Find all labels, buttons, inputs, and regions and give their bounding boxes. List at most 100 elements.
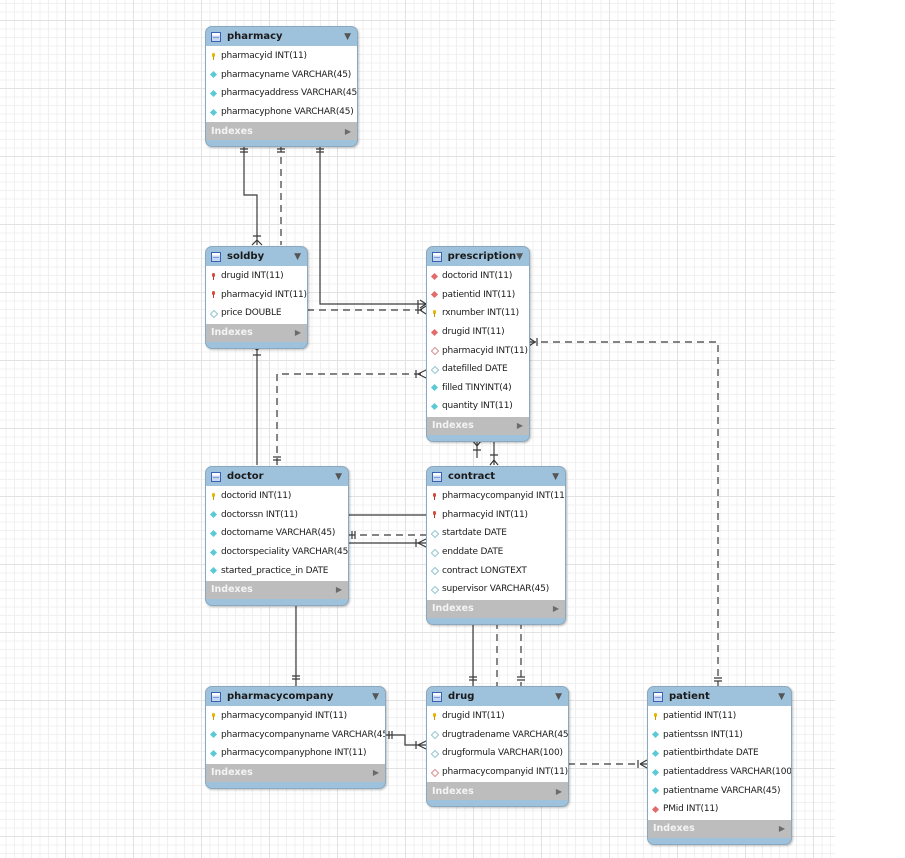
column-row[interactable]: drugid INT(11)	[206, 267, 307, 286]
table-pharmacy[interactable]: pharmacy ▼ pharmacyid INT(11) pharmacyna…	[205, 26, 358, 148]
column-label: drugid INT(11)	[221, 271, 284, 282]
nullable-foreign-key-icon	[431, 769, 438, 776]
column-row[interactable]: doctorid INT(11)	[206, 487, 348, 506]
indexes-label: Indexes	[653, 823, 695, 835]
primary-key-icon	[210, 52, 217, 60]
table-header[interactable]: soldby ▼	[206, 247, 307, 266]
table-drug[interactable]: drug ▼ drugid INT(11) drugtradename VARC…	[426, 686, 569, 808]
column-row[interactable]: contract LONGTEXT	[427, 561, 565, 580]
column-row[interactable]: drugformula VARCHAR(100)	[427, 744, 568, 763]
table-header[interactable]: pharmacy ▼	[206, 27, 357, 46]
indexes-section[interactable]: Indexes ▶	[648, 819, 791, 838]
column-row[interactable]: pharmacycompanyid INT(11)	[427, 763, 568, 782]
column-label: pharmacycompanyid INT(11)	[442, 767, 568, 778]
indexes-label: Indexes	[432, 603, 474, 615]
table-header[interactable]: patient ▼	[648, 687, 791, 706]
column-row[interactable]: doctorspeciality VARCHAR(45)	[206, 543, 348, 562]
column-row[interactable]: started_practice_in DATE	[206, 561, 348, 580]
nullable-column-icon	[431, 586, 438, 593]
column-row[interactable]: patientid INT(11)	[427, 286, 529, 305]
column-row[interactable]: pharmacyphone VARCHAR(45)	[206, 103, 357, 122]
column-row[interactable]: price DOUBLE	[206, 304, 307, 323]
column-row[interactable]: pharmacyid INT(11)	[206, 286, 307, 305]
column-row[interactable]: doctorname VARCHAR(45)	[206, 524, 348, 543]
table-doctor[interactable]: doctor ▼ doctorid INT(11) doctorssn INT(…	[205, 466, 349, 606]
indexes-section[interactable]: Indexes ▶	[427, 599, 565, 618]
column-row[interactable]: pharmacyid INT(11)	[427, 506, 565, 525]
collapse-icon[interactable]: ▼	[294, 252, 301, 262]
table-patient[interactable]: patient ▼ patientid INT(11) patientssn I…	[647, 686, 792, 845]
indexes-section[interactable]: Indexes ▶	[206, 122, 357, 141]
table-header[interactable]: contract ▼	[427, 467, 565, 486]
column-label: patientssn INT(11)	[663, 729, 743, 740]
foreign-key-icon	[431, 273, 438, 280]
collapse-icon[interactable]: ▼	[555, 692, 562, 702]
column-row[interactable]: doctorid INT(11)	[427, 267, 529, 286]
column-row[interactable]: drugtradename VARCHAR(45)	[427, 726, 568, 745]
column-row[interactable]: enddate DATE	[427, 543, 565, 562]
column-label: patientbirthdate DATE	[663, 748, 759, 759]
table-prescription[interactable]: prescription ▼ doctorid INT(11) patienti…	[426, 246, 530, 442]
column-row[interactable]: pharmacycompanyid INT(11)	[206, 707, 385, 726]
collapse-icon[interactable]: ▼	[516, 252, 523, 262]
expand-arrow-icon[interactable]: ▶	[336, 585, 342, 594]
column-row[interactable]: filled TINYINT(4)	[427, 379, 529, 398]
column-row[interactable]: pharmacyid INT(11)	[206, 47, 357, 66]
column-row[interactable]: doctorssn INT(11)	[206, 506, 348, 525]
table-title: soldby	[227, 251, 265, 262]
column-row[interactable]: pharmacyaddress VARCHAR(45)	[206, 84, 357, 103]
expand-arrow-icon[interactable]: ▶	[517, 421, 523, 430]
column-row[interactable]: quantity INT(11)	[427, 397, 529, 416]
collapse-icon[interactable]: ▼	[344, 32, 351, 42]
column-row[interactable]: patientssn INT(11)	[648, 726, 791, 745]
column-row[interactable]: startdate DATE	[427, 524, 565, 543]
column-row[interactable]: drugid INT(11)	[427, 323, 529, 342]
column-label: pharmacyid INT(11)	[442, 509, 528, 520]
indexes-section[interactable]: Indexes ▶	[427, 782, 568, 801]
not-null-icon	[210, 530, 217, 537]
column-row[interactable]: patientid INT(11)	[648, 707, 791, 726]
expand-arrow-icon[interactable]: ▶	[373, 768, 379, 777]
table-contract[interactable]: contract ▼ pharmacycompanyid INT(11) pha…	[426, 466, 566, 625]
table-header[interactable]: prescription ▼	[427, 247, 529, 266]
expand-arrow-icon[interactable]: ▶	[345, 127, 351, 136]
column-row[interactable]: supervisor VARCHAR(45)	[427, 580, 565, 599]
column-row[interactable]: pharmacycompanyid INT(11)	[427, 487, 565, 506]
column-row[interactable]: pharmacycompanyname VARCHAR(45)	[206, 726, 385, 745]
column-row[interactable]: patientbirthdate DATE	[648, 744, 791, 763]
column-label: filled TINYINT(4)	[442, 382, 512, 393]
column-row[interactable]: datefilled DATE	[427, 360, 529, 379]
column-row[interactable]: patientaddress VARCHAR(100)	[648, 763, 791, 782]
column-label: pharmacycompanyname VARCHAR(45)	[221, 729, 386, 740]
expand-arrow-icon[interactable]: ▶	[553, 604, 559, 613]
expand-arrow-icon[interactable]: ▶	[779, 824, 785, 833]
column-row[interactable]: drugid INT(11)	[427, 707, 568, 726]
collapse-icon[interactable]: ▼	[552, 472, 559, 482]
table-soldby[interactable]: soldby ▼ drugid INT(11) pharmacyid INT(1…	[205, 246, 308, 349]
column-row[interactable]: PMid INT(11)	[648, 800, 791, 819]
column-label: doctorid INT(11)	[221, 491, 292, 502]
column-row[interactable]: pharmacyname VARCHAR(45)	[206, 66, 357, 85]
indexes-section[interactable]: Indexes ▶	[206, 580, 348, 599]
table-pharmacycompany[interactable]: pharmacycompany ▼ pharmacycompanyid INT(…	[205, 686, 386, 789]
table-header[interactable]: drug ▼	[427, 687, 568, 706]
collapse-icon[interactable]: ▼	[372, 692, 379, 702]
collapse-icon[interactable]: ▼	[778, 692, 785, 702]
collapse-icon[interactable]: ▼	[335, 472, 342, 482]
column-row[interactable]: rxnumber INT(11)	[427, 304, 529, 323]
column-label: datefilled DATE	[442, 364, 508, 375]
indexes-section[interactable]: Indexes ▶	[206, 323, 307, 342]
table-header[interactable]: doctor ▼	[206, 467, 348, 486]
column-label: doctorssn INT(11)	[221, 509, 298, 520]
column-label: PMid INT(11)	[663, 804, 719, 815]
column-row[interactable]: pharmacyid INT(11)	[427, 341, 529, 360]
table-header[interactable]: pharmacycompany ▼	[206, 687, 385, 706]
indexes-section[interactable]: Indexes ▶	[206, 763, 385, 782]
column-row[interactable]: patientname VARCHAR(45)	[648, 781, 791, 800]
expand-arrow-icon[interactable]: ▶	[556, 787, 562, 796]
primary-foreign-key-icon	[431, 492, 438, 500]
not-null-icon	[652, 787, 659, 794]
expand-arrow-icon[interactable]: ▶	[295, 328, 301, 337]
column-row[interactable]: pharmacycompanyphone INT(11)	[206, 744, 385, 763]
indexes-section[interactable]: Indexes ▶	[427, 416, 529, 435]
